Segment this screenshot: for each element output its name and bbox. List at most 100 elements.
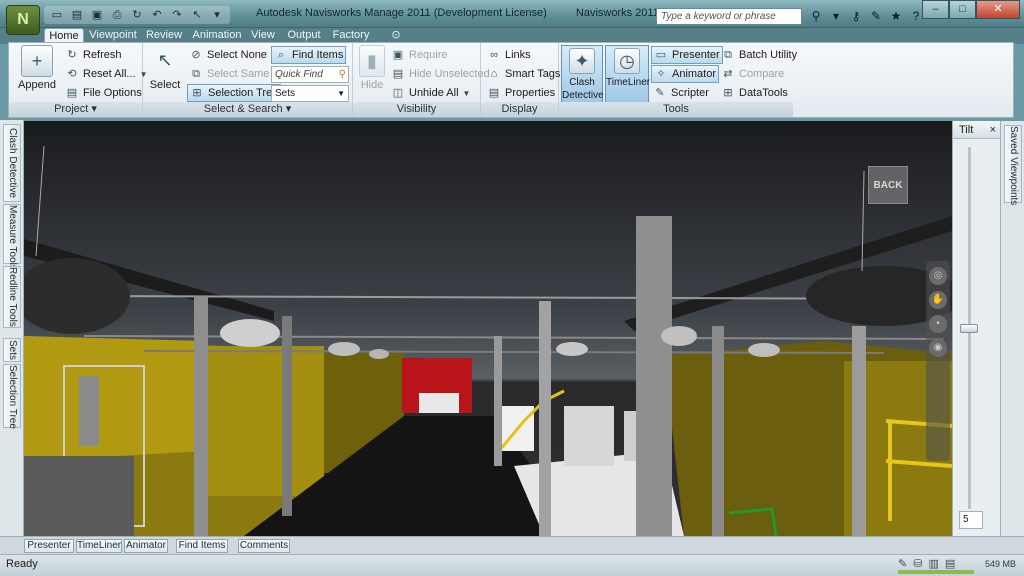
append-button[interactable]: + Append bbox=[13, 45, 61, 101]
ceiling-truss-2 bbox=[83, 335, 945, 340]
animator-button[interactable]: ✧ Animator bbox=[651, 65, 720, 83]
smart-tags-icon: ⌂ bbox=[490, 68, 498, 80]
presenter-button[interactable]: ▭ Presenter bbox=[651, 46, 723, 64]
orbit-icon[interactable]: ◉ bbox=[929, 339, 947, 357]
zoom-icon[interactable]: • bbox=[929, 315, 947, 333]
hide-unselected-button[interactable]: ▤ Hide Unselected bbox=[389, 65, 492, 83]
refresh-icon[interactable]: ↻ bbox=[128, 7, 146, 23]
batch-utility-label: Batch Utility bbox=[739, 49, 798, 61]
dropdown-arrow-icon[interactable]: ▾ bbox=[208, 7, 226, 23]
properties-button[interactable]: ▤ Properties bbox=[485, 84, 557, 102]
pencil-icon: ✎ bbox=[898, 558, 908, 570]
print-icon[interactable]: ⎙ bbox=[108, 7, 126, 23]
panel-title-project[interactable]: Project ▾ bbox=[9, 102, 142, 117]
steering-wheel-icon[interactable]: ◎ bbox=[929, 267, 947, 285]
clash-detective-button[interactable]: ✦ Clash Detective bbox=[561, 45, 604, 103]
select-same-button[interactable]: ⧉ Select Same ▼ bbox=[187, 65, 283, 83]
select-cursor-icon[interactable]: ↖ bbox=[188, 7, 206, 23]
bottom-tab-comments[interactable]: Comments bbox=[238, 539, 290, 553]
dropdown-arrow-icon: ▼ bbox=[337, 89, 345, 98]
back-button[interactable]: BACK bbox=[868, 166, 908, 204]
unhide-all-button[interactable]: ◫ Unhide All ▼ bbox=[389, 84, 472, 102]
scripter-button[interactable]: ✎ Scripter bbox=[651, 84, 711, 102]
tilt-slider-thumb[interactable] bbox=[960, 323, 978, 333]
tilt-close-button[interactable]: × bbox=[990, 121, 996, 139]
server-icon: ▥ bbox=[928, 558, 939, 570]
selection-tree-button[interactable]: ⊞ Selection Tree bbox=[187, 84, 282, 102]
lamp-1 bbox=[220, 319, 280, 347]
left-tab-clash-detective[interactable]: Clash Detective bbox=[3, 124, 21, 202]
require-label: Require bbox=[409, 49, 448, 61]
new-icon[interactable]: ▭ bbox=[48, 7, 66, 23]
compare-button[interactable]: ⇄ Compare bbox=[719, 65, 786, 83]
timeliner-button[interactable]: ◷ TimeLiner bbox=[605, 45, 650, 103]
sets-dropdown[interactable]: Sets ▼ bbox=[271, 85, 349, 102]
require-icon: ▣ bbox=[392, 49, 404, 61]
require-button[interactable]: ▣ Require bbox=[389, 46, 450, 64]
right-tab-saved-viewpoints[interactable]: Saved Viewpoints bbox=[1004, 125, 1022, 205]
batch-utility-button[interactable]: ⧉ Batch Utility bbox=[719, 46, 799, 64]
left-dock-tabs: Clash Detective Measure Tools Redline To… bbox=[0, 120, 24, 540]
left-tab-selection-tree[interactable]: Selection Tree bbox=[3, 364, 21, 429]
dropdown-arrow-icon: ▼ bbox=[462, 88, 471, 98]
bottom-tab-animator[interactable]: Animator bbox=[124, 539, 168, 553]
smart-tags-label: Smart Tags bbox=[505, 68, 561, 80]
file-options-button[interactable]: ▤ File Options bbox=[63, 84, 144, 102]
column-7 bbox=[852, 326, 866, 536]
scripter-label: Scripter bbox=[671, 87, 709, 99]
close-button[interactable]: ✕ bbox=[976, 0, 1020, 19]
properties-label: Properties bbox=[505, 87, 556, 99]
reset-all-button[interactable]: ⟲ Reset All... ▼ bbox=[63, 65, 150, 83]
hide-button[interactable]: ▮ Hide bbox=[355, 45, 389, 101]
open-icon[interactable]: ▤ bbox=[68, 7, 86, 23]
minimize-button[interactable]: – bbox=[922, 0, 949, 19]
smart-tags-button[interactable]: ⌂ Smart Tags bbox=[485, 65, 562, 83]
column-2 bbox=[282, 316, 292, 516]
key-icon[interactable]: ⚷ bbox=[848, 8, 864, 24]
scene-viewport[interactable]: BACK ◎ ✋ • ◉ bbox=[24, 121, 952, 536]
left-tab-sets[interactable]: Sets bbox=[3, 338, 21, 362]
help-search-input[interactable]: Type a keyword or phrase bbox=[656, 8, 802, 25]
redo-icon[interactable]: ↷ bbox=[168, 7, 186, 23]
save-icon[interactable]: ▣ bbox=[88, 7, 106, 23]
hide-unselected-icon: ▤ bbox=[392, 68, 404, 80]
tilt-title: Tilt bbox=[959, 124, 974, 136]
binoculars-icon[interactable]: ⚲ bbox=[808, 8, 824, 24]
tilt-value-field[interactable]: 5 bbox=[959, 511, 983, 529]
links-button[interactable]: ∞ Links bbox=[485, 46, 533, 64]
column-6 bbox=[712, 326, 724, 536]
left-tab-measure-tools[interactable]: Measure Tools bbox=[3, 204, 21, 270]
find-items-button[interactable]: ⌕ Find Items bbox=[271, 46, 347, 64]
maximize-button[interactable]: □ bbox=[949, 0, 976, 19]
pan-hand-icon[interactable]: ✋ bbox=[929, 291, 947, 309]
column-3 bbox=[494, 336, 502, 466]
column-4 bbox=[539, 301, 551, 536]
bottom-tab-find-items[interactable]: Find Items bbox=[176, 539, 228, 553]
database-icon: ▤ bbox=[944, 558, 956, 570]
application-menu-button[interactable]: N bbox=[6, 5, 40, 35]
lamp-5 bbox=[661, 326, 697, 346]
select-button[interactable]: ↖ Select bbox=[145, 45, 185, 101]
clash-detective-icon: ✦ bbox=[569, 48, 595, 74]
window-controls: – □ ✕ bbox=[922, 0, 1020, 19]
bottom-tab-presenter[interactable]: Presenter bbox=[24, 539, 74, 553]
dropdown-arrow-icon[interactable]: ▾ bbox=[828, 8, 844, 24]
machine-base bbox=[24, 456, 134, 536]
panel-display: ∞ Links ⌂ Smart Tags ▤ Properties Displa… bbox=[481, 43, 562, 117]
refresh-button[interactable]: ↻ Refresh bbox=[63, 46, 124, 64]
timeliner-icon: ◷ bbox=[614, 48, 640, 74]
left-tab-redline-tools[interactable]: Redline Tools bbox=[3, 266, 21, 328]
file-options-label: File Options bbox=[83, 87, 142, 99]
star-icon[interactable]: ★ bbox=[888, 8, 904, 24]
undo-icon[interactable]: ↶ bbox=[148, 7, 166, 23]
quick-find-search-icon[interactable]: ⚲ bbox=[339, 67, 346, 82]
lamp-2 bbox=[328, 342, 360, 356]
select-none-button[interactable]: ⊘ Select None ▼ bbox=[187, 46, 281, 64]
reset-all-label: Reset All... bbox=[83, 68, 136, 80]
datatools-button[interactable]: ⊞ DataTools bbox=[719, 84, 790, 102]
wrench-icon[interactable]: ✎ bbox=[868, 8, 884, 24]
quick-find-input[interactable]: Quick Find ⚲ bbox=[271, 66, 349, 83]
bottom-tab-timeliner[interactable]: TimeLiner bbox=[76, 539, 122, 553]
refresh-label: Refresh bbox=[83, 49, 122, 61]
panel-title-select-search[interactable]: Select & Search ▾ bbox=[143, 102, 352, 117]
